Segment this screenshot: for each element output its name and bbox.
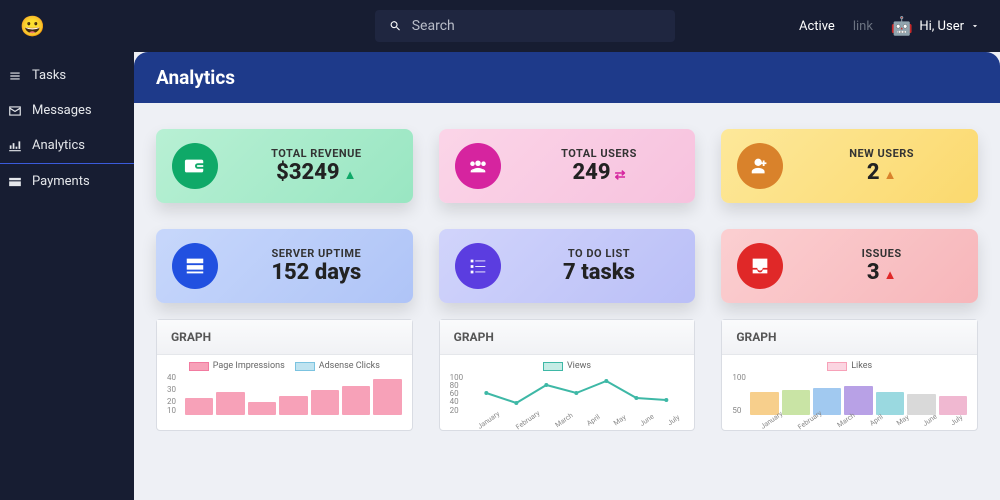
- graph-title: GRAPH: [722, 320, 977, 355]
- stat-value: 152 days: [236, 260, 397, 285]
- stat-users[interactable]: TOTAL USERS249⇄: [439, 129, 696, 203]
- swap-icon: ⇄: [615, 168, 626, 183]
- sidebar-item-payments[interactable]: Payments: [0, 164, 134, 199]
- topbar-right: Active link 🤖 Hi, User: [799, 16, 980, 37]
- chart-icon: [8, 139, 22, 153]
- logo-icon: 😀: [20, 14, 45, 38]
- trend-up-icon: ▲: [344, 168, 357, 183]
- stat-value: 3▲: [801, 260, 962, 285]
- stat-label: SERVER UPTIME: [236, 247, 397, 260]
- trend-up-icon: ▲: [884, 268, 897, 283]
- stat-label: NEW USERS: [801, 147, 962, 160]
- graph-title: GRAPH: [440, 320, 695, 355]
- graph-card-2: GRAPH Views 10080604020 JanuaryFebruaryM…: [439, 319, 696, 431]
- users-icon: [455, 143, 501, 189]
- search-icon: [389, 19, 402, 33]
- stat-value: $3249▲: [236, 160, 397, 185]
- inbox-icon: [737, 243, 783, 289]
- avatar-icon: 🤖: [891, 16, 913, 37]
- user-menu[interactable]: 🤖 Hi, User: [891, 16, 980, 37]
- sidebar-item-tasks[interactable]: Tasks: [0, 58, 134, 93]
- graphs: GRAPH Page ImpressionsAdsense Clicks 403…: [134, 315, 1000, 431]
- main-wrap: Tasks Messages Analytics Payments Analyt…: [0, 52, 1000, 500]
- sidebar-label: Payments: [32, 174, 90, 189]
- stat-value: 2▲: [801, 160, 962, 185]
- server-icon: [172, 243, 218, 289]
- sidebar-label: Tasks: [32, 68, 66, 83]
- stat-label: TOTAL REVENUE: [236, 147, 397, 160]
- graph-body: Page ImpressionsAdsense Clicks 40302010: [157, 355, 412, 430]
- page-title: Analytics: [134, 52, 1000, 103]
- wallet-icon: [172, 143, 218, 189]
- stat-issues[interactable]: ISSUES3▲: [721, 229, 978, 303]
- stat-new-users[interactable]: NEW USERS2▲: [721, 129, 978, 203]
- stat-uptime[interactable]: SERVER UPTIME152 days: [156, 229, 413, 303]
- active-link[interactable]: Active: [799, 19, 835, 34]
- stat-todo[interactable]: TO DO LIST7 tasks: [439, 229, 696, 303]
- envelope-icon: [8, 104, 22, 118]
- user-plus-icon: [737, 143, 783, 189]
- graph-card-1: GRAPH Page ImpressionsAdsense Clicks 403…: [156, 319, 413, 431]
- checklist-icon: [455, 243, 501, 289]
- stat-label: TOTAL USERS: [519, 147, 680, 160]
- graph-card-3: GRAPH Likes 10050 JanuaryFebruaryMarchAp…: [721, 319, 978, 431]
- sidebar: Tasks Messages Analytics Payments: [0, 52, 134, 500]
- sidebar-item-analytics[interactable]: Analytics: [0, 128, 134, 164]
- graph-body: Likes 10050 JanuaryFebruaryMarchAprilMay…: [722, 355, 977, 430]
- search-box[interactable]: [375, 10, 675, 42]
- graph-body: Views 10080604020 JanuaryFebruaryMarchAp…: [440, 355, 695, 430]
- sidebar-label: Messages: [32, 103, 92, 118]
- stat-value: 7 tasks: [519, 260, 680, 285]
- list-icon: [8, 69, 22, 83]
- stat-label: TO DO LIST: [519, 247, 680, 260]
- topbar: 😀 Active link 🤖 Hi, User: [0, 0, 1000, 52]
- stat-cards: TOTAL REVENUE$3249▲ TOTAL USERS249⇄ NEW …: [134, 103, 1000, 315]
- search-input[interactable]: [412, 18, 661, 34]
- chevron-down-icon: [970, 21, 980, 31]
- card-icon: [8, 175, 22, 189]
- content: Analytics TOTAL REVENUE$3249▲ TOTAL USER…: [134, 52, 1000, 500]
- user-greeting: Hi, User: [919, 19, 964, 34]
- sidebar-label: Analytics: [32, 138, 85, 153]
- link-link[interactable]: link: [853, 19, 873, 34]
- stat-revenue[interactable]: TOTAL REVENUE$3249▲: [156, 129, 413, 203]
- stat-value: 249⇄: [519, 160, 680, 185]
- stat-label: ISSUES: [801, 247, 962, 260]
- graph-title: GRAPH: [157, 320, 412, 355]
- trend-up-icon: ▲: [884, 168, 897, 183]
- sidebar-item-messages[interactable]: Messages: [0, 93, 134, 128]
